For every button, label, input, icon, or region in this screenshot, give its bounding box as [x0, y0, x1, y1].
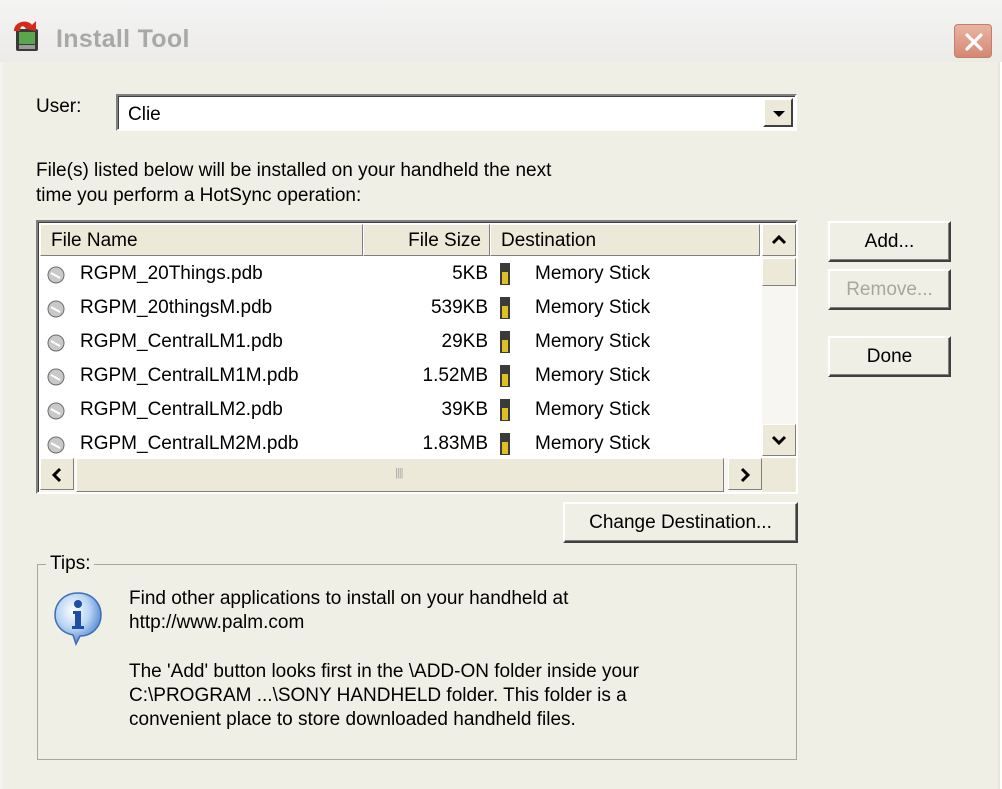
- scroll-up-button[interactable]: [762, 224, 796, 256]
- tips-line-2: http://www.palm.com: [129, 612, 305, 633]
- tips-line-4: C:\PROGRAM ...\SONY HANDHELD folder. Thi…: [129, 685, 627, 706]
- file-icon: [47, 436, 65, 454]
- list-rows: RGPM_20Things.pdb 5KB Memory Stick RGPM_…: [40, 258, 760, 462]
- row-filesize: 29KB: [441, 331, 488, 352]
- app-icon: [14, 21, 38, 51]
- chevron-up-icon: [771, 234, 787, 245]
- row-destination: Memory Stick: [535, 399, 651, 420]
- change-destination-button[interactable]: Change Destination...: [563, 502, 798, 543]
- table-row[interactable]: RGPM_CentralLM2.pdb 39KB Memory Stick: [40, 394, 760, 428]
- memory-stick-icon: [500, 331, 510, 353]
- table-row[interactable]: RGPM_20Things.pdb 5KB Memory Stick: [40, 258, 760, 292]
- tips-text-block-1: Find other applications to install on yo…: [129, 587, 769, 635]
- memory-stick-icon: [500, 365, 510, 387]
- tips-label: Tips:: [46, 553, 95, 575]
- file-list[interactable]: File Name File Size Destination RGPM_20T…: [36, 220, 798, 494]
- tips-line-1: Find other applications to install on yo…: [129, 588, 569, 609]
- memory-stick-icon: [500, 263, 510, 285]
- user-value: Clie: [128, 104, 161, 125]
- close-icon: [965, 33, 983, 51]
- table-row[interactable]: RGPM_20thingsM.pdb 539KB Memory Stick: [40, 292, 760, 326]
- row-filename: RGPM_20Things.pdb: [80, 263, 263, 284]
- row-destination: Memory Stick: [535, 297, 651, 318]
- row-filename: RGPM_CentralLM1.pdb: [80, 331, 283, 352]
- file-icon: [47, 402, 65, 420]
- info-line-2: time you perform a HotSync operation:: [36, 185, 362, 206]
- row-filename: RGPM_CentralLM2M.pdb: [80, 433, 299, 454]
- scroll-left-button[interactable]: [40, 458, 74, 490]
- info-icon: [54, 592, 102, 646]
- install-tool-window: Install Tool User: Clie File(s) listed b…: [0, 0, 1002, 789]
- row-filesize: 1.83MB: [422, 433, 488, 454]
- file-icon: [47, 300, 65, 318]
- row-destination: Memory Stick: [535, 365, 651, 386]
- tips-text-block-2: The 'Add' button looks first in the \ADD…: [129, 660, 769, 732]
- horizontal-scrollbar[interactable]: [40, 458, 762, 492]
- file-icon: [47, 368, 65, 386]
- scroll-right-button[interactable]: [728, 458, 762, 490]
- tips-line-3: The 'Add' button looks first in the \ADD…: [129, 661, 639, 682]
- memory-stick-icon: [500, 433, 510, 455]
- scrollbar-corner: [762, 458, 796, 492]
- row-filename: RGPM_20thingsM.pdb: [80, 297, 273, 318]
- info-line-1: File(s) listed below will be installed o…: [36, 160, 552, 181]
- window-title: Install Tool: [56, 25, 190, 53]
- vertical-scroll-thumb[interactable]: [762, 258, 796, 286]
- chevron-down-icon: [771, 435, 787, 446]
- add-button[interactable]: Add...: [828, 221, 951, 262]
- row-filesize: 1.52MB: [422, 365, 488, 386]
- column-header-destination[interactable]: Destination: [490, 224, 760, 256]
- table-row[interactable]: RGPM_CentralLM2M.pdb 1.83MB Memory Stick: [40, 428, 760, 462]
- remove-button[interactable]: Remove...: [828, 269, 951, 310]
- memory-stick-icon: [500, 399, 510, 421]
- row-filesize: 39KB: [441, 399, 488, 420]
- table-row[interactable]: RGPM_CentralLM1.pdb 29KB Memory Stick: [40, 326, 760, 360]
- chevron-right-icon: [740, 467, 751, 483]
- chevron-down-icon[interactable]: [763, 98, 793, 127]
- title-bar[interactable]: Install Tool: [0, 0, 1002, 62]
- user-label: User:: [36, 96, 82, 117]
- horizontal-scroll-thumb[interactable]: [76, 458, 724, 492]
- column-header-file-size[interactable]: File Size: [363, 224, 490, 256]
- table-row[interactable]: RGPM_CentralLM1M.pdb 1.52MB Memory Stick: [40, 360, 760, 394]
- done-button[interactable]: Done: [828, 336, 951, 377]
- row-filename: RGPM_CentralLM1M.pdb: [80, 365, 299, 386]
- file-icon: [47, 334, 65, 352]
- row-destination: Memory Stick: [535, 433, 651, 454]
- close-button[interactable]: [954, 24, 992, 58]
- row-filesize: 5KB: [452, 263, 488, 284]
- row-filename: RGPM_CentralLM2.pdb: [80, 399, 283, 420]
- file-icon: [47, 266, 65, 284]
- memory-stick-icon: [500, 297, 510, 319]
- column-header-file-name[interactable]: File Name: [40, 224, 363, 256]
- install-info-text: File(s) listed below will be installed o…: [36, 158, 636, 208]
- row-destination: Memory Stick: [535, 263, 651, 284]
- row-filesize: 539KB: [430, 297, 488, 318]
- vertical-scrollbar[interactable]: [762, 224, 796, 456]
- chevron-left-icon: [51, 467, 62, 483]
- tips-line-5: convenient place to store downloaded han…: [129, 709, 576, 730]
- row-destination: Memory Stick: [535, 331, 651, 352]
- user-dropdown[interactable]: Clie: [116, 94, 797, 131]
- scroll-down-button[interactable]: [762, 424, 796, 456]
- list-header: File Name File Size Destination: [40, 224, 760, 256]
